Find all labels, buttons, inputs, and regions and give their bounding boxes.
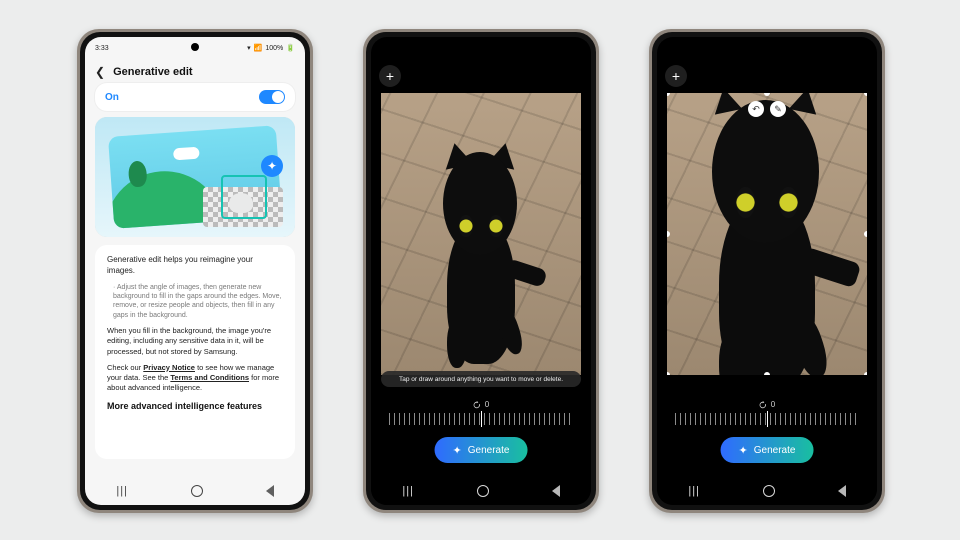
title-bar: ❮ Generative edit [85, 61, 305, 83]
back-button[interactable] [266, 485, 274, 497]
rotate-icon [759, 401, 767, 409]
home-button[interactable] [191, 485, 203, 497]
cat-paw-left [447, 319, 466, 369]
editor-status-strip [371, 37, 591, 65]
sparkle-icon: ✦ [453, 444, 462, 457]
signal-icon: 📶 [254, 44, 263, 52]
desc-para-links: Check our Privacy Notice to see how we m… [107, 363, 283, 393]
rotation-slider[interactable] [389, 413, 573, 425]
crop-handle-icon[interactable] [667, 231, 670, 237]
system-nav-bar: ||| [371, 477, 591, 505]
crop-handle-icon[interactable] [667, 372, 670, 375]
screen-settings: 3:33 ▾ 📶 100% 🔋 ❮ Generative edit On [85, 37, 305, 505]
toggle-label: On [105, 92, 119, 103]
terms-link[interactable]: Terms and Conditions [170, 373, 249, 382]
status-right: ▾ 📶 100% 🔋 [247, 44, 295, 52]
front-camera [763, 43, 771, 51]
add-button[interactable]: + [379, 65, 401, 87]
photo-canvas[interactable]: ↶ ✎ [667, 93, 867, 375]
phone-editor-before: + Tap or draw around a [363, 29, 599, 513]
generate-label: Generate [754, 445, 796, 456]
ruler-center-marker [481, 411, 482, 427]
description-card: Generative edit helps you reimagine your… [95, 245, 295, 459]
editor-surface: + ↶ [657, 37, 877, 505]
home-button[interactable] [477, 485, 489, 497]
desc-bullets: · Adjust the angle of images, then gener… [107, 283, 283, 321]
cat-eye-left [459, 215, 472, 238]
crop-handle-icon[interactable] [764, 93, 770, 96]
crop-handle-icon[interactable] [764, 372, 770, 375]
add-button[interactable]: + [665, 65, 687, 87]
generate-label: Generate [468, 445, 510, 456]
back-arrow-icon[interactable]: ❮ [95, 65, 105, 79]
stage: 3:33 ▾ 📶 100% 🔋 ❮ Generative edit On [0, 0, 960, 540]
sparkle-icon: ✦ [739, 444, 748, 457]
toggle-row[interactable]: On [95, 83, 295, 111]
rotate-icon [473, 401, 481, 409]
editor-hint-toast: Tap or draw around anything you want to … [381, 371, 581, 387]
battery-text: 100% [265, 45, 283, 52]
crop-handle-icon[interactable] [864, 93, 867, 96]
phone-editor-after: + ↶ [649, 29, 885, 513]
screen-editor-after: + ↶ [657, 37, 877, 505]
rotation-readout: 0 [473, 400, 489, 409]
rotation-value: 0 [771, 400, 775, 409]
phone-settings: 3:33 ▾ 📶 100% 🔋 ❮ Generative edit On [77, 29, 313, 513]
photo-subject-cat[interactable] [421, 138, 541, 364]
wifi-icon: ▾ [247, 44, 251, 52]
crop-handle-icon[interactable] [864, 231, 867, 237]
crop-handle-icon[interactable] [864, 372, 867, 375]
screen-editor-before: + Tap or draw around a [371, 37, 591, 505]
photo-canvas[interactable] [381, 93, 581, 375]
editor-status-strip [657, 37, 877, 65]
front-camera [477, 43, 485, 51]
cat-eye-right [489, 215, 502, 238]
desc-lead: Generative edit helps you reimagine your… [107, 255, 283, 277]
recents-button[interactable]: ||| [688, 485, 700, 497]
status-time: 3:33 [95, 45, 109, 52]
crop-handle-icon[interactable] [667, 93, 670, 96]
illus-tree [128, 160, 148, 187]
generate-button[interactable]: ✦ Generate [435, 437, 528, 463]
rotation-slider[interactable] [675, 413, 859, 425]
illus-cloud [173, 147, 200, 161]
illus-subject-box [221, 175, 267, 219]
editor-surface: + Tap or draw around a [371, 37, 591, 505]
system-nav-bar: ||| [85, 477, 305, 505]
crop-outline[interactable] [667, 93, 867, 375]
toggle-switch[interactable] [259, 90, 285, 104]
feature-illustration: ✦ [95, 117, 295, 237]
back-button[interactable] [552, 485, 560, 497]
more-features-link[interactable]: More advanced intelligence features [107, 401, 283, 411]
home-button[interactable] [763, 485, 775, 497]
desc-text-a: Check our [107, 363, 143, 372]
privacy-notice-link[interactable]: Privacy Notice [143, 363, 195, 372]
recents-button[interactable]: ||| [402, 485, 414, 497]
rotation-readout: 0 [759, 400, 775, 409]
rotation-value: 0 [485, 400, 489, 409]
front-camera [191, 43, 199, 51]
generate-button[interactable]: ✦ Generate [721, 437, 814, 463]
cat-head [443, 152, 517, 256]
sparkle-badge-icon: ✦ [261, 155, 283, 177]
battery-icon: 🔋 [286, 44, 295, 52]
desc-para-processing: When you fill in the background, the ima… [107, 326, 283, 356]
system-nav-bar: ||| [657, 477, 877, 505]
recents-button[interactable]: ||| [116, 485, 128, 497]
ruler-center-marker [767, 411, 768, 427]
page-title: Generative edit [113, 66, 192, 78]
back-button[interactable] [838, 485, 846, 497]
